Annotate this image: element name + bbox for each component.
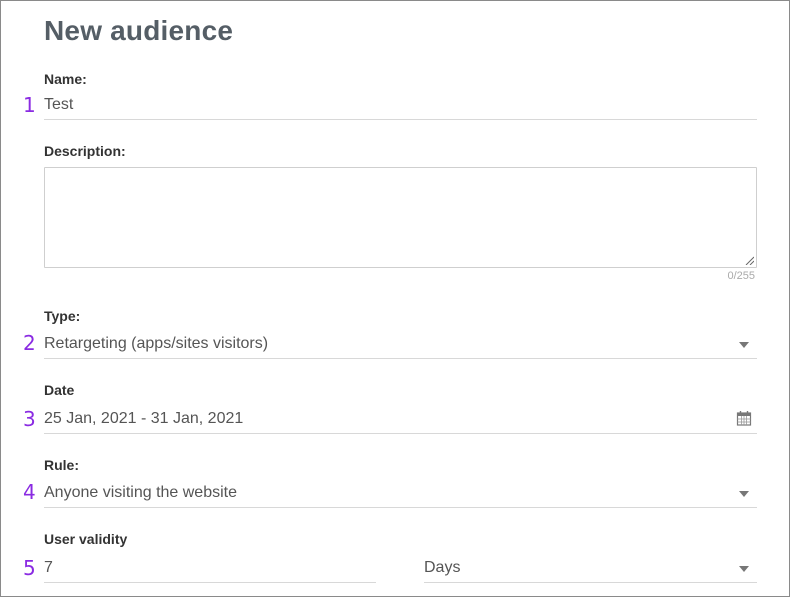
marker-3: 3	[23, 407, 36, 431]
marker-4: 4	[23, 480, 36, 504]
chevron-down-icon	[739, 342, 749, 348]
resize-handle-icon[interactable]	[744, 255, 754, 265]
description-label: Description:	[44, 143, 126, 159]
name-input[interactable]: Test	[44, 94, 757, 120]
name-label: Name:	[44, 71, 87, 87]
user-validity-input[interactable]: 7	[44, 557, 376, 583]
user-validity-value: 7	[44, 559, 53, 576]
marker-1: 1	[23, 93, 36, 117]
calendar-icon[interactable]	[736, 410, 752, 426]
rule-value: Anyone visiting the website	[44, 484, 237, 501]
user-validity-label: User validity	[44, 531, 128, 547]
description-char-counter: 0/255	[727, 270, 755, 282]
type-label: Type:	[44, 308, 81, 324]
date-label: Date	[44, 382, 75, 398]
user-validity-unit-select[interactable]: Days	[424, 557, 757, 583]
rule-label: Rule:	[44, 457, 79, 473]
name-value: Test	[44, 96, 74, 113]
type-select[interactable]: Retargeting (apps/sites visitors)	[44, 333, 757, 359]
new-audience-form: New audience Name: 1 Test Description: 0…	[0, 0, 790, 597]
date-value: 25 Jan, 2021 - 31 Jan, 2021	[44, 410, 244, 427]
description-textarea[interactable]	[44, 167, 757, 268]
chevron-down-icon	[739, 566, 749, 572]
type-value: Retargeting (apps/sites visitors)	[44, 335, 269, 352]
marker-5: 5	[23, 556, 36, 580]
date-range-input[interactable]: 25 Jan, 2021 - 31 Jan, 2021	[44, 408, 757, 434]
chevron-down-icon	[739, 491, 749, 497]
rule-select[interactable]: Anyone visiting the website	[44, 482, 757, 508]
marker-2: 2	[23, 331, 36, 355]
page-title: New audience	[44, 15, 234, 46]
user-validity-unit-value: Days	[424, 559, 461, 576]
